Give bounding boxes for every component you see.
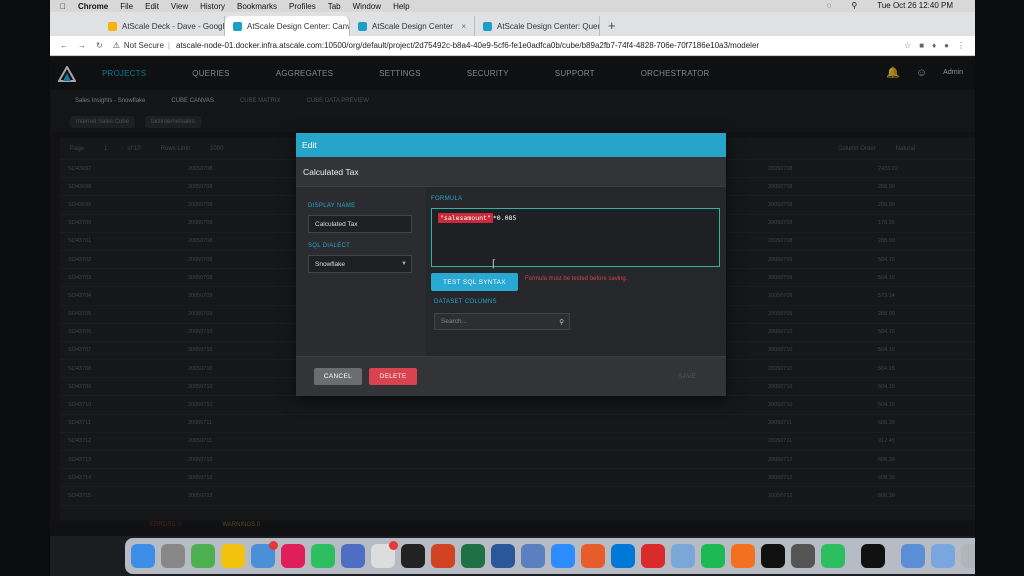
browser-tab[interactable]: AtScale Design Center: Queries×	[475, 16, 600, 36]
chevron-down-icon: ▼	[401, 261, 407, 267]
apple-icon[interactable]: 	[60, 2, 66, 11]
search-icon[interactable]: ⚲	[851, 1, 857, 10]
snowflake-icon[interactable]	[671, 544, 695, 568]
dialog-footer: CANCEL DELETE SAVE	[296, 356, 726, 396]
atscale-icon	[358, 21, 367, 31]
menubar-clock[interactable]: Tue Oct 26 12:40 PM	[877, 1, 953, 10]
mail-icon[interactable]	[251, 541, 278, 568]
dataset-columns-label: DATASET COLUMNS	[434, 299, 497, 305]
menu-tab[interactable]: Tab	[328, 2, 341, 11]
applications-folder-icon[interactable]	[901, 544, 925, 568]
browser-tab-active[interactable]: AtScale Design Center: Canvas×	[225, 16, 350, 36]
menu-history[interactable]: History	[200, 2, 225, 11]
browser-tab[interactable]: AtScale Design Center ×	[350, 16, 475, 36]
calendar-badge	[389, 541, 398, 550]
close-icon[interactable]: ×	[461, 22, 466, 31]
text-cursor-icon: ⌈	[492, 259, 496, 270]
calendar-icon[interactable]	[371, 541, 398, 568]
display-name-input[interactable]: Calculated Tax	[308, 215, 412, 233]
profile-icon[interactable]: ●	[944, 41, 949, 50]
vscode-icon[interactable]	[611, 544, 635, 568]
atscale-icon	[483, 21, 492, 31]
system-preferences-icon[interactable]	[161, 544, 185, 568]
bookmark-star-icon[interactable]: ☆	[904, 41, 911, 50]
formula-expression: *0.085	[492, 214, 517, 222]
evernote-icon[interactable]	[311, 544, 335, 568]
spotify-mini-icon[interactable]	[821, 544, 845, 568]
browser-tab-strip: AtScale Deck - Dave - Google× AtScale De…	[50, 12, 975, 36]
mail-badge	[269, 541, 278, 550]
menu-window[interactable]: Window	[353, 2, 381, 11]
address-bar: ← → ↻ ⚠ Not Secure | atscale-node-01.doc…	[50, 36, 975, 56]
messages-icon[interactable]	[191, 544, 215, 568]
dialog-header: Edit	[296, 133, 726, 157]
sql-dialect-select[interactable]: Snowflake ▼	[308, 255, 412, 273]
screen:  Chrome File Edit View History Bookmark…	[50, 0, 975, 576]
chrome-icon[interactable]	[221, 544, 245, 568]
sql-dialect-label: SQL DIALECT	[308, 243, 351, 249]
menu-edit[interactable]: Edit	[145, 2, 159, 11]
downloads-icon[interactable]	[961, 544, 975, 568]
menu-profiles[interactable]: Profiles	[289, 2, 316, 11]
delete-button[interactable]: DELETE	[369, 368, 417, 385]
formula-column-token: "salesamount"	[438, 213, 493, 223]
formula-error-message: Formula must be tested before saving.	[525, 276, 628, 282]
not-secure-label[interactable]: Not Secure	[124, 41, 164, 50]
reload-icon[interactable]: ↻	[96, 41, 103, 50]
browser-tab[interactable]: AtScale Deck - Dave - Google×	[100, 16, 225, 36]
intellij-icon[interactable]	[761, 544, 785, 568]
screen-share-icon[interactable]	[581, 544, 605, 568]
save-button[interactable]: SAVE	[666, 368, 708, 385]
word-icon[interactable]	[491, 544, 515, 568]
notes-icon[interactable]	[791, 544, 815, 568]
slack-icon[interactable]	[281, 544, 305, 568]
formula-editor[interactable]: "salesamount" *0.085	[431, 208, 720, 267]
documents-folder-icon[interactable]	[931, 544, 955, 568]
menu-view[interactable]: View	[171, 2, 188, 11]
display-name-label: DISPLAY NAME	[308, 203, 356, 209]
menu-bookmarks[interactable]: Bookmarks	[237, 2, 277, 11]
formula-code: "salesamount" *0.085	[438, 213, 517, 223]
menu-app-name[interactable]: Chrome	[78, 2, 108, 11]
puzzle-icon[interactable]: ♦	[932, 41, 936, 50]
query-tool-icon[interactable]	[641, 544, 665, 568]
powerpoint-icon[interactable]	[431, 544, 455, 568]
new-tab-button[interactable]: +	[600, 18, 624, 36]
monitor-icon[interactable]	[861, 544, 885, 568]
spotify-icon[interactable]	[701, 544, 725, 568]
zoom-icon[interactable]	[551, 544, 575, 568]
back-icon[interactable]: ←	[60, 41, 68, 50]
mac-dock	[125, 538, 975, 574]
more-menu-icon[interactable]: ⋮	[957, 41, 965, 50]
excel-icon[interactable]	[461, 544, 485, 568]
slides-icon	[108, 21, 117, 31]
wifi-icon[interactable]: ◌	[827, 1, 832, 10]
warning-icon[interactable]: ⚠	[113, 41, 120, 50]
menu-file[interactable]: File	[120, 2, 133, 11]
atscale-icon	[233, 21, 242, 31]
virtualbox-icon[interactable]	[341, 544, 365, 568]
forward-icon[interactable]: →	[78, 41, 86, 50]
formula-label: FORMULA	[431, 196, 463, 202]
terminal-icon[interactable]	[401, 544, 425, 568]
cancel-button[interactable]: CANCEL	[314, 368, 362, 385]
menu-help[interactable]: Help	[393, 2, 409, 11]
test-sql-syntax-button[interactable]: TEST SQL SYNTAX	[431, 273, 518, 291]
preview-icon[interactable]	[521, 544, 545, 568]
search-input[interactable]: Search... ⚲	[434, 313, 570, 330]
pencil-app-icon[interactable]	[731, 544, 755, 568]
url-field[interactable]: atscale-node-01.docker.infra.atscale.com…	[176, 41, 759, 50]
left-panel: DISPLAY NAME Calculated Tax SQL DIALECT …	[296, 187, 426, 356]
mac-menubar:  Chrome File Edit View History Bookmark…	[50, 0, 975, 12]
extension-icon[interactable]: ■	[919, 41, 924, 50]
dialog-title: Calculated Tax	[296, 157, 726, 187]
finder-icon[interactable]	[131, 544, 155, 568]
edit-calculated-column-dialog: Edit Calculated Tax DISPLAY NAME Calcula…	[296, 133, 726, 396]
search-icon: ⚲	[559, 318, 564, 326]
